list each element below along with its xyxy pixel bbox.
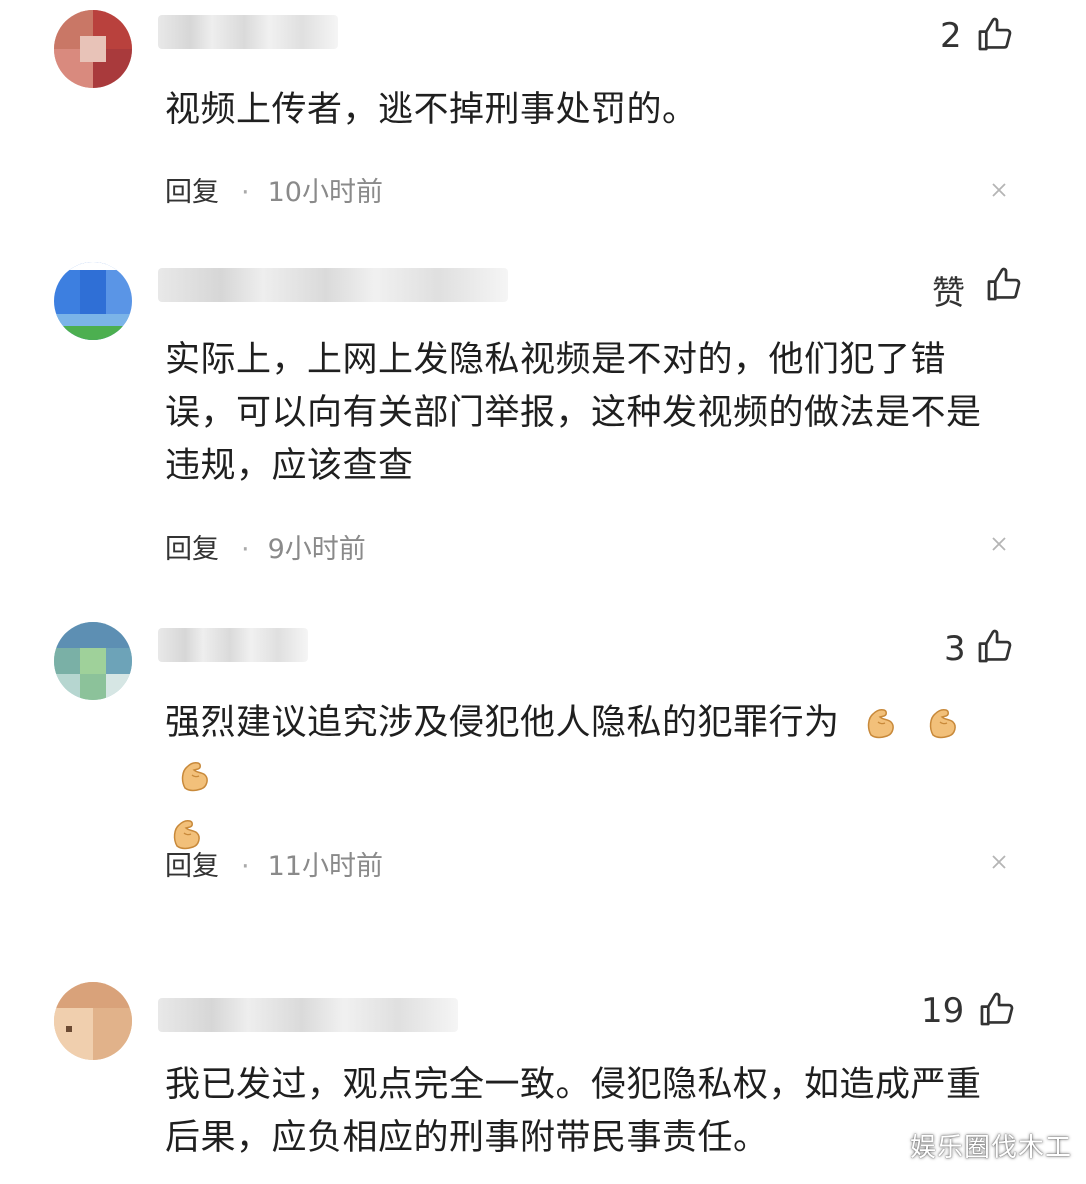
like-count: 赞 (932, 273, 965, 312)
reply-button[interactable]: 回复 (165, 534, 219, 565)
thumbs-up-icon[interactable] (985, 265, 1023, 303)
thumbs-up-icon[interactable] (976, 627, 1014, 665)
avatar[interactable] (54, 262, 132, 340)
comment-text: 强烈建议追究涉及侵犯他人隐私的犯罪行为 (165, 697, 1015, 861)
username-blurred[interactable] (158, 268, 508, 302)
like-count: 2 (940, 16, 962, 56)
username-blurred[interactable] (158, 15, 338, 49)
username-blurred[interactable] (158, 628, 308, 662)
comment-text: 视频上传者，逃不掉刑事处罚的。 (165, 90, 698, 130)
separator-dot: · (241, 177, 250, 208)
timestamp: 11小时前 (267, 851, 383, 882)
comment-meta: 回复 · 11小时前 (165, 844, 383, 883)
avatar[interactable] (54, 10, 132, 88)
flexed-biceps-emoji (867, 709, 894, 739)
reply-button[interactable]: 回复 (165, 177, 219, 208)
comment-text: 我已发过，观点完全一致。侵犯隐私权，如造成严重后果，应负相应的刑事附带民事责任。 (165, 1065, 982, 1158)
close-icon[interactable] (988, 179, 1010, 201)
close-icon[interactable] (988, 851, 1010, 873)
comment-meta: 回复 · 9小时前 (165, 527, 366, 566)
flexed-biceps-emoji (929, 709, 956, 739)
comment-meta: 回复 · 10小时前 (165, 170, 383, 209)
like-count: 19 (921, 991, 965, 1031)
separator-dot: · (241, 534, 250, 565)
timestamp: 10小时前 (267, 177, 383, 208)
comment-text-content: 强烈建议追究涉及侵犯他人隐私的犯罪行为 (165, 703, 840, 743)
avatar[interactable] (54, 622, 132, 700)
reply-button[interactable]: 回复 (165, 851, 219, 882)
separator-dot: · (241, 851, 250, 882)
timestamp: 9小时前 (267, 534, 366, 565)
like-count: 3 (944, 629, 966, 669)
username-blurred[interactable] (158, 998, 458, 1032)
thumbs-up-icon[interactable] (976, 15, 1014, 53)
close-icon[interactable] (988, 533, 1010, 555)
thumbs-up-icon[interactable] (978, 990, 1016, 1028)
avatar[interactable] (54, 982, 132, 1060)
watermark: 娱乐圈伐木工 (909, 1133, 1072, 1163)
flexed-biceps-emoji (181, 762, 208, 792)
comment-text: 实际上，上网上发隐私视频是不对的，他们犯了错误，可以向有关部门举报，这种发视频的… (165, 340, 982, 486)
